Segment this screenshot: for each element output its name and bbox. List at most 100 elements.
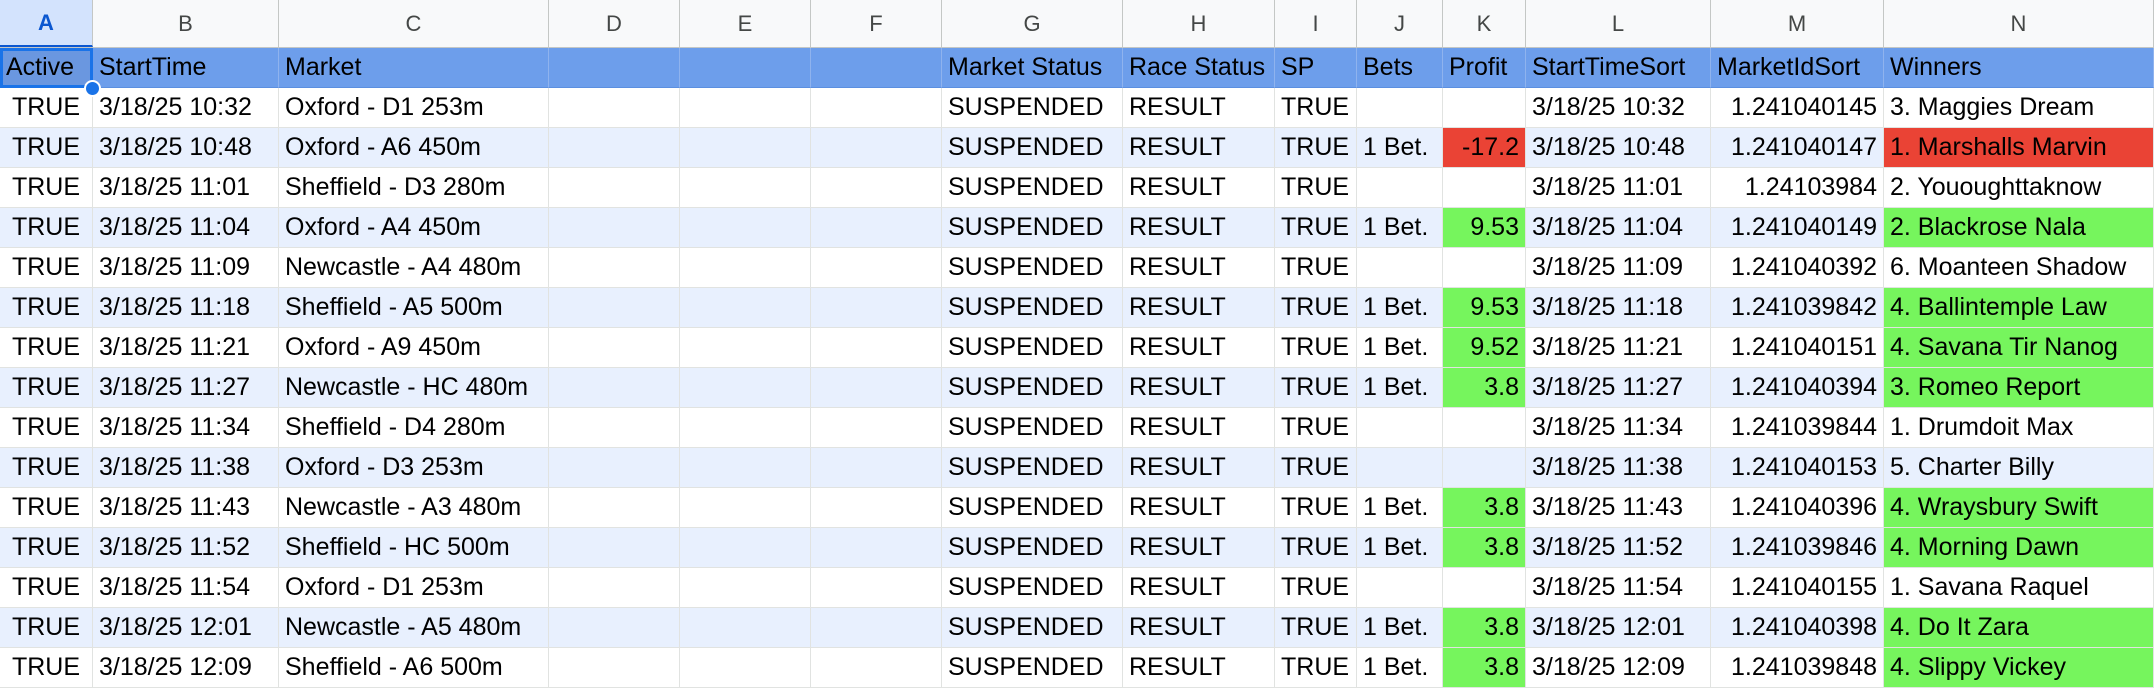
cell-n[interactable]: 1. Marshalls Marvin [1884, 128, 2154, 168]
cell-d[interactable] [549, 288, 680, 328]
cell-m[interactable]: 1.241040398 [1711, 608, 1884, 648]
cell-b[interactable]: 3/18/25 11:34 [93, 408, 279, 448]
cell-a[interactable]: TRUE [0, 408, 93, 448]
cell-n[interactable]: 5. Charter Billy [1884, 448, 2154, 488]
cell-h[interactable]: RESULT [1123, 88, 1275, 128]
cell-m[interactable]: 1.24103984 [1711, 168, 1884, 208]
column-header-g[interactable]: G [942, 0, 1123, 47]
cell-m[interactable]: 1.241039844 [1711, 408, 1884, 448]
cell-a[interactable]: TRUE [0, 128, 93, 168]
column-header-d[interactable]: D [549, 0, 680, 47]
column-header-i[interactable]: I [1275, 0, 1357, 47]
cell-f[interactable] [811, 528, 942, 568]
cell-e[interactable] [680, 648, 811, 688]
cell-k[interactable] [1443, 248, 1526, 288]
cell-f[interactable] [811, 448, 942, 488]
cell-a[interactable]: TRUE [0, 568, 93, 608]
cell-n[interactable]: 4. Wraysbury Swift [1884, 488, 2154, 528]
cell-b[interactable]: 3/18/25 11:09 [93, 248, 279, 288]
cell-g[interactable]: SUSPENDED [942, 248, 1123, 288]
cell-k[interactable] [1443, 448, 1526, 488]
cell-d[interactable] [549, 448, 680, 488]
cell-k[interactable]: 9.52 [1443, 328, 1526, 368]
cell-n[interactable]: 3. Romeo Report [1884, 368, 2154, 408]
cell-b[interactable]: 3/18/25 11:18 [93, 288, 279, 328]
cell-n[interactable]: 1. Savana Raquel [1884, 568, 2154, 608]
cell-g[interactable]: SUSPENDED [942, 448, 1123, 488]
column-header-b[interactable]: B [93, 0, 279, 47]
header-cell-e[interactable] [680, 48, 811, 88]
cell-d[interactable] [549, 168, 680, 208]
cell-e[interactable] [680, 408, 811, 448]
cell-i[interactable]: TRUE [1275, 88, 1357, 128]
cell-i[interactable]: TRUE [1275, 528, 1357, 568]
cell-c[interactable]: Sheffield - D4 280m [279, 408, 549, 448]
cell-k[interactable]: 9.53 [1443, 208, 1526, 248]
cell-i[interactable]: TRUE [1275, 648, 1357, 688]
cell-e[interactable] [680, 168, 811, 208]
cell-l[interactable]: 3/18/25 11:34 [1526, 408, 1711, 448]
cell-g[interactable]: SUSPENDED [942, 568, 1123, 608]
cell-k[interactable]: 9.53 [1443, 288, 1526, 328]
cell-m[interactable]: 1.241040155 [1711, 568, 1884, 608]
cell-c[interactable]: Oxford - D1 253m [279, 568, 549, 608]
cell-m[interactable]: 1.241040145 [1711, 88, 1884, 128]
cell-m[interactable]: 1.241040147 [1711, 128, 1884, 168]
cell-n[interactable]: 4. Slippy Vickey [1884, 648, 2154, 688]
cell-m[interactable]: 1.241040151 [1711, 328, 1884, 368]
cell-k[interactable] [1443, 88, 1526, 128]
cell-g[interactable]: SUSPENDED [942, 328, 1123, 368]
cell-g[interactable]: SUSPENDED [942, 648, 1123, 688]
cell-f[interactable] [811, 648, 942, 688]
cell-e[interactable] [680, 488, 811, 528]
header-cell-h[interactable]: Race Status [1123, 48, 1275, 88]
cell-e[interactable] [680, 128, 811, 168]
cell-k[interactable]: 3.8 [1443, 608, 1526, 648]
cell-i[interactable]: TRUE [1275, 608, 1357, 648]
cell-m[interactable]: 1.241039846 [1711, 528, 1884, 568]
header-cell-m[interactable]: MarketIdSort [1711, 48, 1884, 88]
cell-b[interactable]: 3/18/25 11:52 [93, 528, 279, 568]
cell-h[interactable]: RESULT [1123, 288, 1275, 328]
cell-f[interactable] [811, 128, 942, 168]
cell-m[interactable]: 1.241039848 [1711, 648, 1884, 688]
cell-c[interactable]: Newcastle - A5 480m [279, 608, 549, 648]
cell-c[interactable]: Oxford - A4 450m [279, 208, 549, 248]
cell-c[interactable]: Oxford - A9 450m [279, 328, 549, 368]
cell-j[interactable] [1357, 88, 1443, 128]
cell-f[interactable] [811, 208, 942, 248]
cell-c[interactable]: Sheffield - D3 280m [279, 168, 549, 208]
cell-a[interactable]: TRUE [0, 88, 93, 128]
cell-e[interactable] [680, 288, 811, 328]
cell-k[interactable]: 3.8 [1443, 648, 1526, 688]
cell-j[interactable] [1357, 408, 1443, 448]
cell-k[interactable]: -17.2 [1443, 128, 1526, 168]
cell-n[interactable]: 2. Yououghttaknow [1884, 168, 2154, 208]
cell-k[interactable] [1443, 568, 1526, 608]
cell-b[interactable]: 3/18/25 11:27 [93, 368, 279, 408]
cell-l[interactable]: 3/18/25 11:21 [1526, 328, 1711, 368]
cell-k[interactable] [1443, 168, 1526, 208]
cell-b[interactable]: 3/18/25 12:01 [93, 608, 279, 648]
cell-h[interactable]: RESULT [1123, 208, 1275, 248]
cell-j[interactable] [1357, 448, 1443, 488]
cell-g[interactable]: SUSPENDED [942, 528, 1123, 568]
cell-d[interactable] [549, 528, 680, 568]
cell-f[interactable] [811, 608, 942, 648]
cell-n[interactable]: 4. Ballintemple Law [1884, 288, 2154, 328]
cell-a[interactable]: TRUE [0, 488, 93, 528]
cell-a[interactable]: TRUE [0, 648, 93, 688]
header-cell-l[interactable]: StartTimeSort [1526, 48, 1711, 88]
cell-i[interactable]: TRUE [1275, 408, 1357, 448]
cell-c[interactable]: Oxford - A6 450m [279, 128, 549, 168]
cell-j[interactable] [1357, 568, 1443, 608]
header-cell-i[interactable]: SP [1275, 48, 1357, 88]
cell-j[interactable]: 1 Bet. [1357, 368, 1443, 408]
cell-m[interactable]: 1.241040396 [1711, 488, 1884, 528]
cell-f[interactable] [811, 568, 942, 608]
cell-j[interactable]: 1 Bet. [1357, 328, 1443, 368]
cell-j[interactable]: 1 Bet. [1357, 288, 1443, 328]
column-header-j[interactable]: J [1357, 0, 1443, 47]
cell-n[interactable]: 4. Morning Dawn [1884, 528, 2154, 568]
header-cell-j[interactable]: Bets [1357, 48, 1443, 88]
